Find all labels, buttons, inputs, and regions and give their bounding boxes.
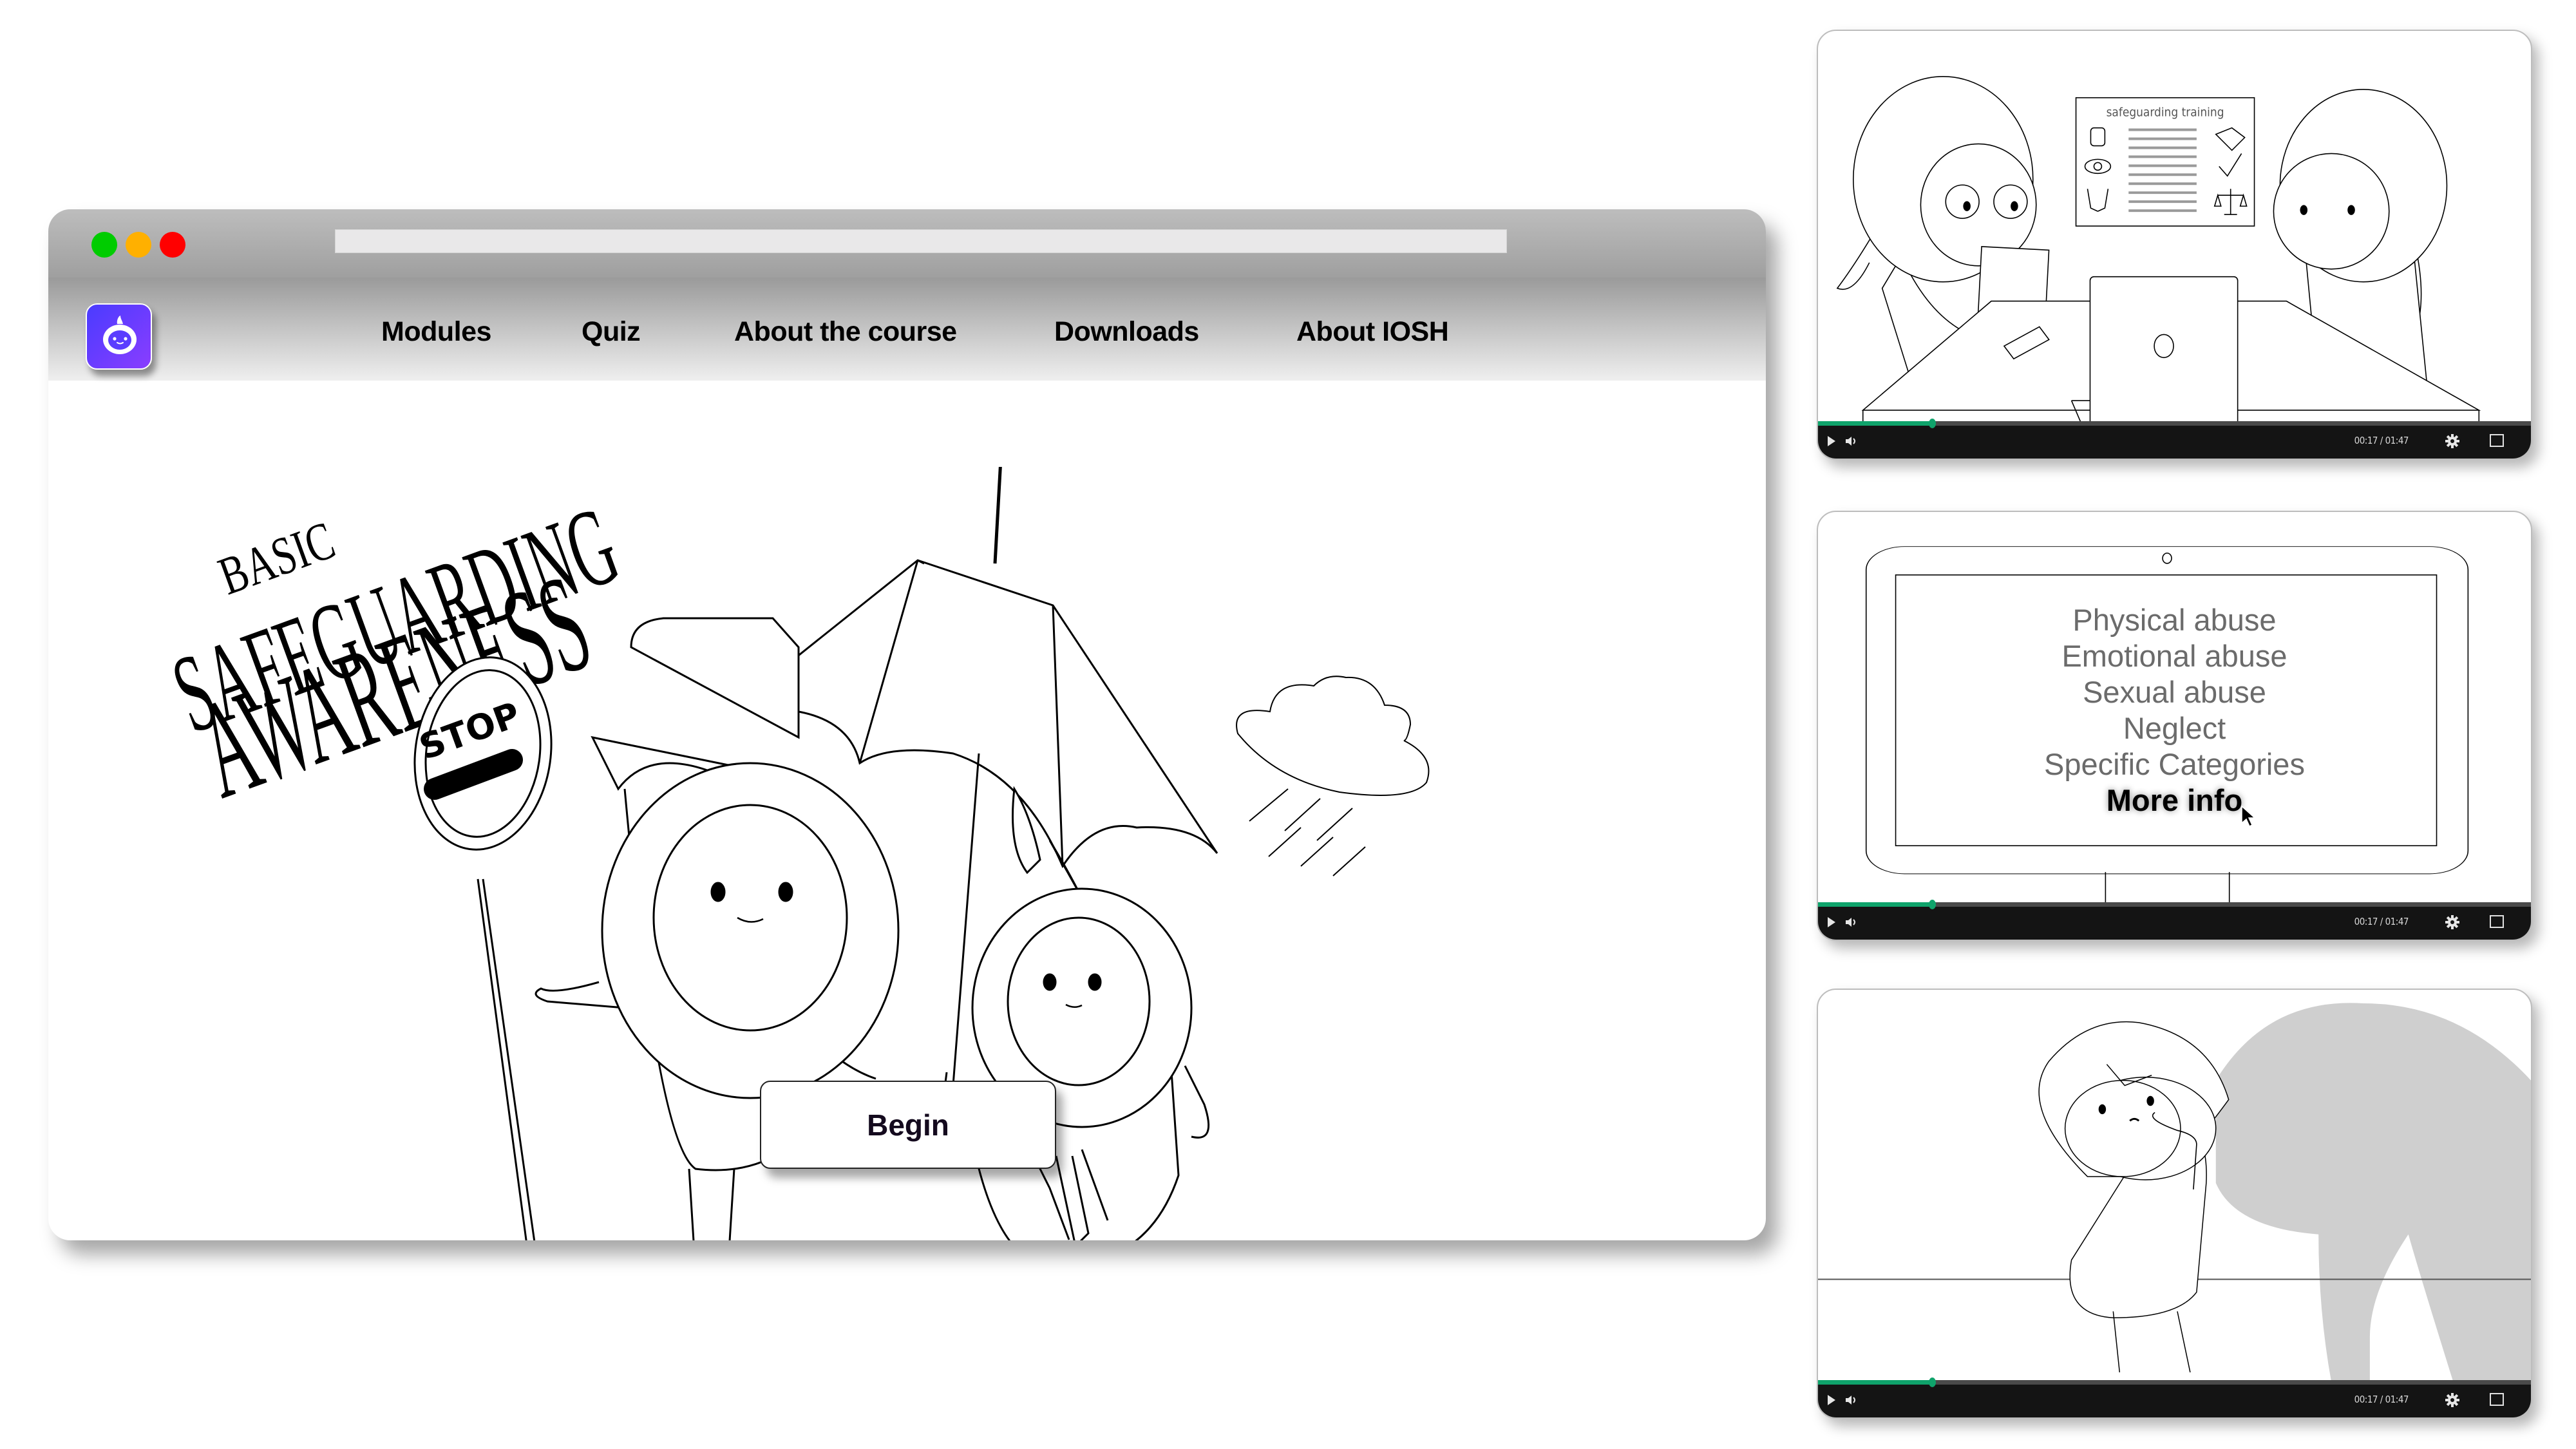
- menu-item-neglect[interactable]: Neglect: [1818, 710, 2531, 746]
- nav-about-course[interactable]: About the course: [734, 316, 957, 348]
- video-controls: 00:17 / 01:47: [1818, 1378, 2531, 1417]
- settings-gear-icon[interactable]: [2445, 1392, 2460, 1408]
- address-bar[interactable]: [335, 229, 1507, 253]
- browser-window: Modules Quiz About the course Downloads …: [48, 209, 1766, 1240]
- volume-icon[interactable]: [1845, 435, 1858, 447]
- browser-titlebar: [48, 209, 1766, 278]
- video-player-3[interactable]: 00:17 / 01:47: [1817, 989, 2532, 1419]
- character-face-icon: [103, 316, 137, 354]
- video-time: 00:17 / 01:47: [2354, 916, 2409, 927]
- stop-sign: STOP: [413, 656, 553, 1240]
- fullscreen-icon[interactable]: [2490, 434, 2504, 447]
- video-time: 00:17 / 01:47: [2354, 435, 2409, 446]
- mouse-pointer-icon: [2241, 805, 2256, 828]
- window-maximize-button[interactable]: [91, 232, 117, 258]
- fullscreen-icon[interactable]: [2490, 915, 2504, 928]
- video-scrubber-handle[interactable]: [1929, 1378, 1937, 1387]
- video-controls: 00:17 / 01:47: [1818, 419, 2531, 459]
- poster-title: safeguarding training: [2107, 106, 2224, 120]
- nav-modules[interactable]: Modules: [381, 316, 491, 348]
- video-progress-fill: [1818, 1380, 1933, 1385]
- video-progress-fill: [1818, 421, 1933, 426]
- nav-downloads[interactable]: Downloads: [1054, 316, 1199, 348]
- settings-gear-icon[interactable]: [2445, 914, 2460, 930]
- window-close-button[interactable]: [160, 232, 185, 258]
- menu-item-specific-categories[interactable]: Specific Categories: [1818, 746, 2531, 782]
- begin-button[interactable]: Begin: [760, 1081, 1056, 1169]
- play-icon[interactable]: [1827, 435, 1836, 447]
- nav-about-iosh[interactable]: About IOSH: [1296, 316, 1449, 348]
- menu-item-physical-abuse[interactable]: Physical abuse: [1818, 602, 2531, 638]
- menu-item-sexual-abuse[interactable]: Sexual abuse: [1818, 674, 2531, 710]
- student-character: [968, 786, 1210, 1240]
- volume-icon[interactable]: [1845, 916, 1858, 928]
- window-minimize-button[interactable]: [126, 232, 151, 258]
- abuse-categories-menu: Physical abuse Emotional abuse Sexual ab…: [1818, 602, 2531, 819]
- rain-cloud-icon: [1236, 676, 1430, 876]
- video-progress-bar[interactable]: [1818, 1378, 2531, 1387]
- play-icon[interactable]: [1827, 1394, 1836, 1406]
- menu-item-emotional-abuse[interactable]: Emotional abuse: [1818, 638, 2531, 674]
- training-poster: safeguarding training: [2075, 97, 2255, 227]
- laptop-icon: [2070, 276, 2239, 424]
- volume-icon[interactable]: [1845, 1394, 1858, 1406]
- video-scene-colleagues: safeguarding training: [1836, 76, 2481, 424]
- fullscreen-icon[interactable]: [2490, 1393, 2504, 1406]
- site-navbar: Modules Quiz About the course Downloads …: [48, 278, 1766, 381]
- video-player-2[interactable]: Physical abuse Emotional abuse Sexual ab…: [1817, 511, 2532, 941]
- video-player-1[interactable]: safeguarding training 00:17 / 01:47: [1817, 30, 2532, 460]
- video-time: 00:17 / 01:47: [2354, 1394, 2409, 1405]
- video-progress-fill: [1818, 902, 1933, 907]
- looming-shadow: [2215, 1003, 2531, 1382]
- menu-item-more-info[interactable]: More info: [1818, 782, 2531, 819]
- play-icon[interactable]: [1827, 916, 1836, 928]
- video-scrubber-handle[interactable]: [1929, 419, 1937, 428]
- nav-quiz[interactable]: Quiz: [582, 316, 641, 348]
- video-controls: 00:17 / 01:47: [1818, 900, 2531, 940]
- video-progress-bar[interactable]: [1818, 900, 2531, 909]
- video-scene-worried-character: [1818, 1003, 2531, 1382]
- video-scrubber-handle[interactable]: [1929, 900, 1937, 909]
- worried-character: [2038, 1021, 2230, 1373]
- settings-gear-icon[interactable]: [2445, 433, 2460, 449]
- video-progress-bar[interactable]: [1818, 419, 2531, 428]
- site-logo[interactable]: [86, 303, 152, 370]
